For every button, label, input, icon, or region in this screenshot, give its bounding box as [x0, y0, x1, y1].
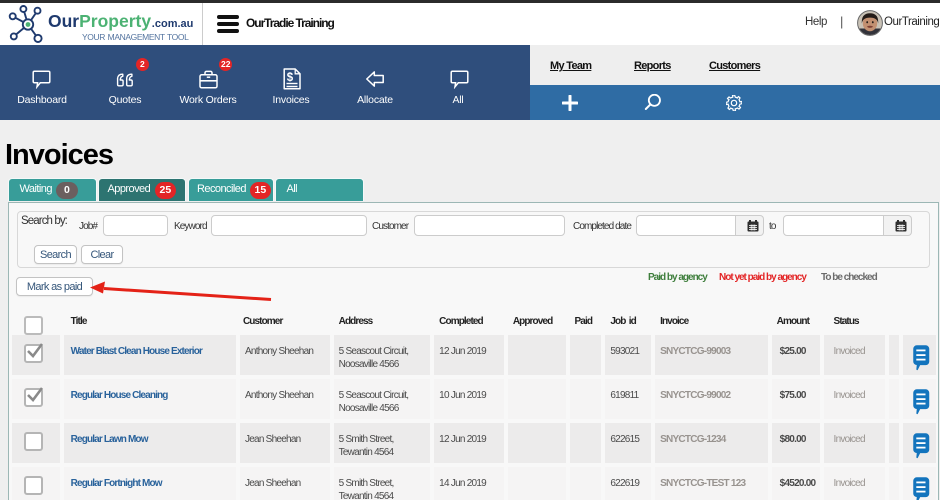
svg-text:YOUR MANAGEMENT TOOL: YOUR MANAGEMENT TOOL [82, 32, 189, 42]
svg-text:$: $ [287, 72, 294, 84]
svg-text:OurProperty: OurProperty [48, 11, 151, 31]
svg-text:.com.au: .com.au [152, 18, 194, 30]
